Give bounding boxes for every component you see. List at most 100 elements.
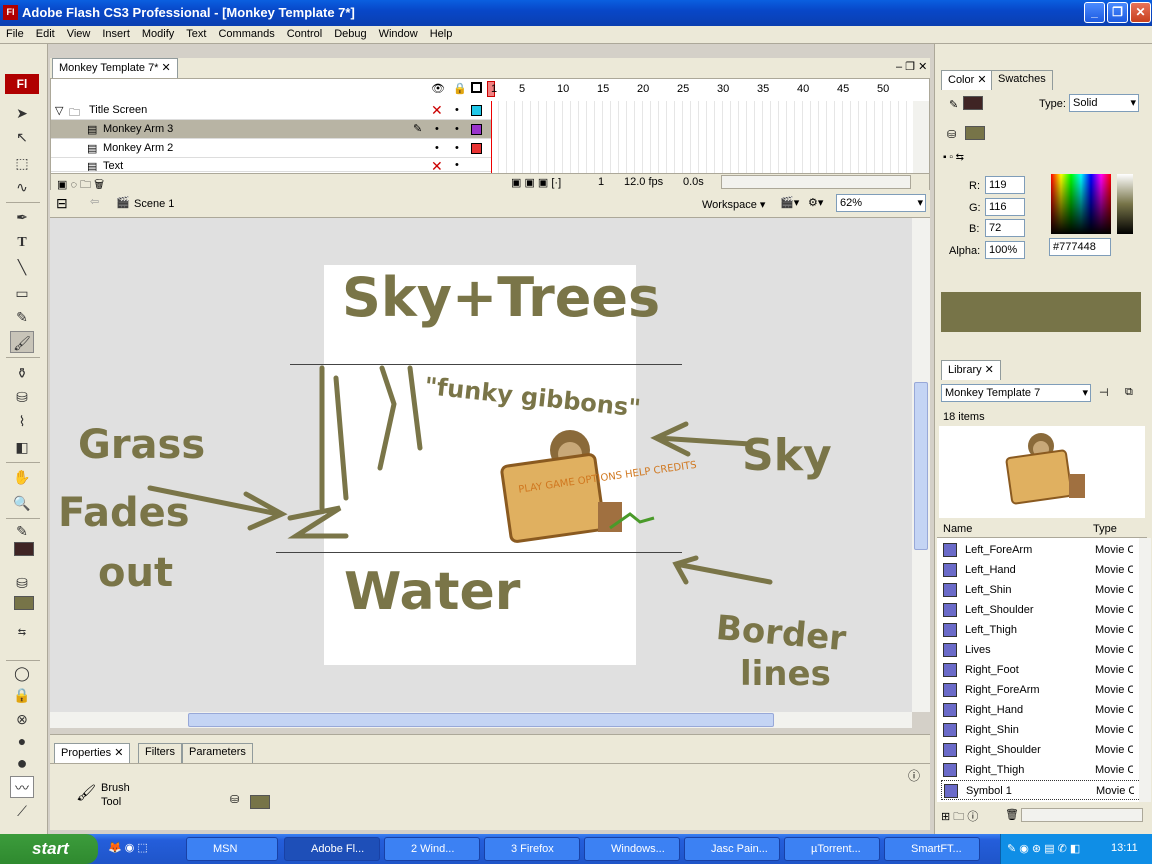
task-jasc-paint[interactable]: Jasc Pain... — [684, 837, 780, 861]
list-item[interactable]: Right_ShoulderMovie Clip — [941, 740, 1141, 760]
list-item[interactable]: Left_ShoulderMovie Clip — [941, 600, 1141, 620]
list-item[interactable]: Left_HandMovie Clip — [941, 560, 1141, 580]
quick-launch-icon[interactable]: 🦊 ◉ ⬚ — [108, 841, 148, 854]
tab-swatches[interactable]: Swatches — [991, 70, 1053, 90]
layer-row[interactable]: ▽ 🗀 Title Screen ✕ • — [51, 101, 491, 120]
unlocked-dot-icon[interactable]: • — [455, 159, 459, 171]
menu-commands[interactable]: Commands — [212, 26, 280, 40]
eye-icon[interactable]: 👁 — [431, 82, 445, 95]
tab-filters[interactable]: Filters — [138, 743, 182, 763]
timeline-vscroll[interactable] — [913, 101, 929, 173]
brightness-slider[interactable] — [1117, 174, 1133, 234]
list-item[interactable]: Right_HandMovie Clip — [941, 700, 1141, 720]
list-item[interactable]: Right_ThighMovie Clip — [941, 760, 1141, 780]
eyedropper-tool-icon[interactable]: ⌇ — [10, 410, 34, 432]
color-stroke-swatch[interactable] — [963, 96, 983, 110]
layer-row[interactable]: ▤ Monkey Arm 2 • • — [51, 139, 491, 158]
smooth-icon[interactable]: 〰 — [10, 776, 34, 798]
selection-tool-icon[interactable]: ➤ — [10, 102, 34, 124]
ink-bottle-tool-icon[interactable]: ⚱ — [10, 362, 34, 384]
workspace-button[interactable]: Workspace ▾ — [702, 198, 765, 211]
help-icon[interactable]: ⓘ — [908, 767, 920, 784]
new-symbol-icon[interactable]: ⊞ 🗀 ⓘ — [941, 808, 978, 827]
visible-dot-icon[interactable]: • — [435, 123, 439, 135]
outline-icon[interactable] — [471, 82, 482, 93]
brush-tool-icon[interactable]: 🖌 — [10, 331, 34, 353]
menu-text[interactable]: Text — [180, 26, 212, 40]
r-input[interactable]: 119 — [985, 176, 1025, 194]
list-item[interactable]: Left_ThighMovie Clip — [941, 620, 1141, 640]
col-name-header[interactable]: Name — [943, 523, 972, 535]
type-select[interactable]: Solid ▾ — [1069, 94, 1139, 112]
menu-view[interactable]: View — [61, 26, 97, 40]
brush-size-icon[interactable]: ● — [10, 730, 34, 752]
line-tool-icon[interactable]: ╲ — [10, 256, 34, 278]
paint-bucket-tool-icon[interactable]: ⛁ — [10, 386, 34, 408]
col-type-header[interactable]: Type — [1093, 523, 1117, 535]
task-flash[interactable]: Adobe Fl... — [284, 837, 380, 861]
swap-colors-icon[interactable]: ⇆ — [10, 622, 34, 644]
rectangle-tool-icon[interactable]: ▭ — [10, 282, 34, 304]
layer-color-box[interactable] — [471, 143, 482, 154]
new-library-icon[interactable]: ⧉ — [1125, 386, 1133, 399]
brush-mode-icon[interactable]: ⊗ — [10, 708, 34, 730]
start-button[interactable]: start — [0, 834, 98, 864]
delete-icon[interactable]: 🗑 — [1005, 808, 1019, 821]
folder-toggle-icon[interactable]: ▽ — [55, 104, 63, 117]
zoom-select[interactable]: 62% ▾ — [836, 194, 926, 212]
unlocked-dot-icon[interactable]: • — [455, 123, 459, 135]
layer-color-box[interactable] — [471, 124, 482, 135]
stage-area[interactable]: Sky+Trees "funky gibbons" Water Grass Fa… — [50, 218, 912, 712]
scene-name[interactable]: Scene 1 — [134, 198, 174, 210]
menu-file[interactable]: File — [0, 26, 30, 40]
text-tool-icon[interactable]: T — [10, 232, 34, 254]
edit-symbol-icon[interactable]: ⚙▾ — [808, 196, 823, 209]
g-input[interactable]: 116 — [985, 198, 1025, 216]
task-msn[interactable]: MSN — [186, 837, 278, 861]
list-item[interactable]: Right_FootMovie Clip — [941, 660, 1141, 680]
task-windows[interactable]: Windows... — [584, 837, 680, 861]
tab-library[interactable]: Library ✕ — [941, 360, 1001, 380]
stage-vscroll[interactable] — [912, 218, 930, 712]
lock-icon[interactable]: 🔒 — [453, 82, 467, 95]
minimize-button[interactable]: _ — [1084, 2, 1105, 23]
hex-input[interactable]: #777448 — [1049, 238, 1111, 256]
timeline-toggle-icon[interactable]: ⊟ — [56, 195, 68, 212]
pen-tool-icon[interactable]: ✒ — [10, 206, 34, 228]
task-firefox[interactable]: 3 Firefox — [484, 837, 580, 861]
list-item[interactable]: Left_ShinMovie Clip — [941, 580, 1141, 600]
timeline-hscroll[interactable] — [721, 175, 911, 189]
menu-help[interactable]: Help — [424, 26, 459, 40]
tab-color[interactable]: Color ✕ — [941, 70, 994, 90]
menu-control[interactable]: Control — [281, 26, 328, 40]
list-item[interactable]: Right_ShinMovie Clip — [941, 720, 1141, 740]
fill-color-swatch[interactable] — [14, 596, 34, 610]
alpha-input[interactable]: 100% — [985, 241, 1025, 259]
menu-edit[interactable]: Edit — [30, 26, 61, 40]
swap-colors-icon[interactable]: ▪ ▫ ⇆ — [943, 152, 964, 163]
frame-grid[interactable] — [491, 101, 921, 173]
pencil-tool-icon[interactable]: ✎ — [10, 306, 34, 328]
color-spectrum[interactable] — [1051, 174, 1111, 234]
free-transform-tool-icon[interactable]: ⬚ — [10, 152, 34, 174]
task-smartftp[interactable]: SmartFT... — [884, 837, 980, 861]
library-hscroll[interactable] — [1021, 808, 1143, 822]
window-controls-icon[interactable]: – ❐ ✕ — [896, 60, 927, 73]
edit-scene-icon[interactable]: 🎬▾ — [780, 196, 799, 209]
list-item[interactable]: Left_ForeArmMovie Clip — [941, 540, 1141, 560]
zoom-tool-icon[interactable]: 🔍 — [10, 492, 34, 514]
subselection-tool-icon[interactable]: ↖ — [10, 126, 34, 148]
task-utorrent[interactable]: µTorrent... — [784, 837, 880, 861]
layer-color-box[interactable] — [471, 105, 482, 116]
brush-shape-icon[interactable]: ● — [10, 752, 34, 774]
b-input[interactable]: 72 — [985, 219, 1025, 237]
hscroll-thumb[interactable] — [188, 713, 774, 727]
pin-library-icon[interactable]: ⊣ — [1099, 386, 1109, 399]
properties-fill-swatch[interactable] — [250, 795, 270, 809]
tab-document[interactable]: Monkey Template 7* ✕ — [52, 58, 178, 78]
task-windows-explorer[interactable]: 2 Wind... — [384, 837, 480, 861]
vscroll-thumb[interactable] — [914, 382, 928, 550]
pressure-icon[interactable]: ⟋ — [10, 800, 34, 822]
library-vscroll[interactable] — [1139, 538, 1151, 802]
list-item[interactable]: Symbol 1Movie Clip — [941, 780, 1141, 800]
